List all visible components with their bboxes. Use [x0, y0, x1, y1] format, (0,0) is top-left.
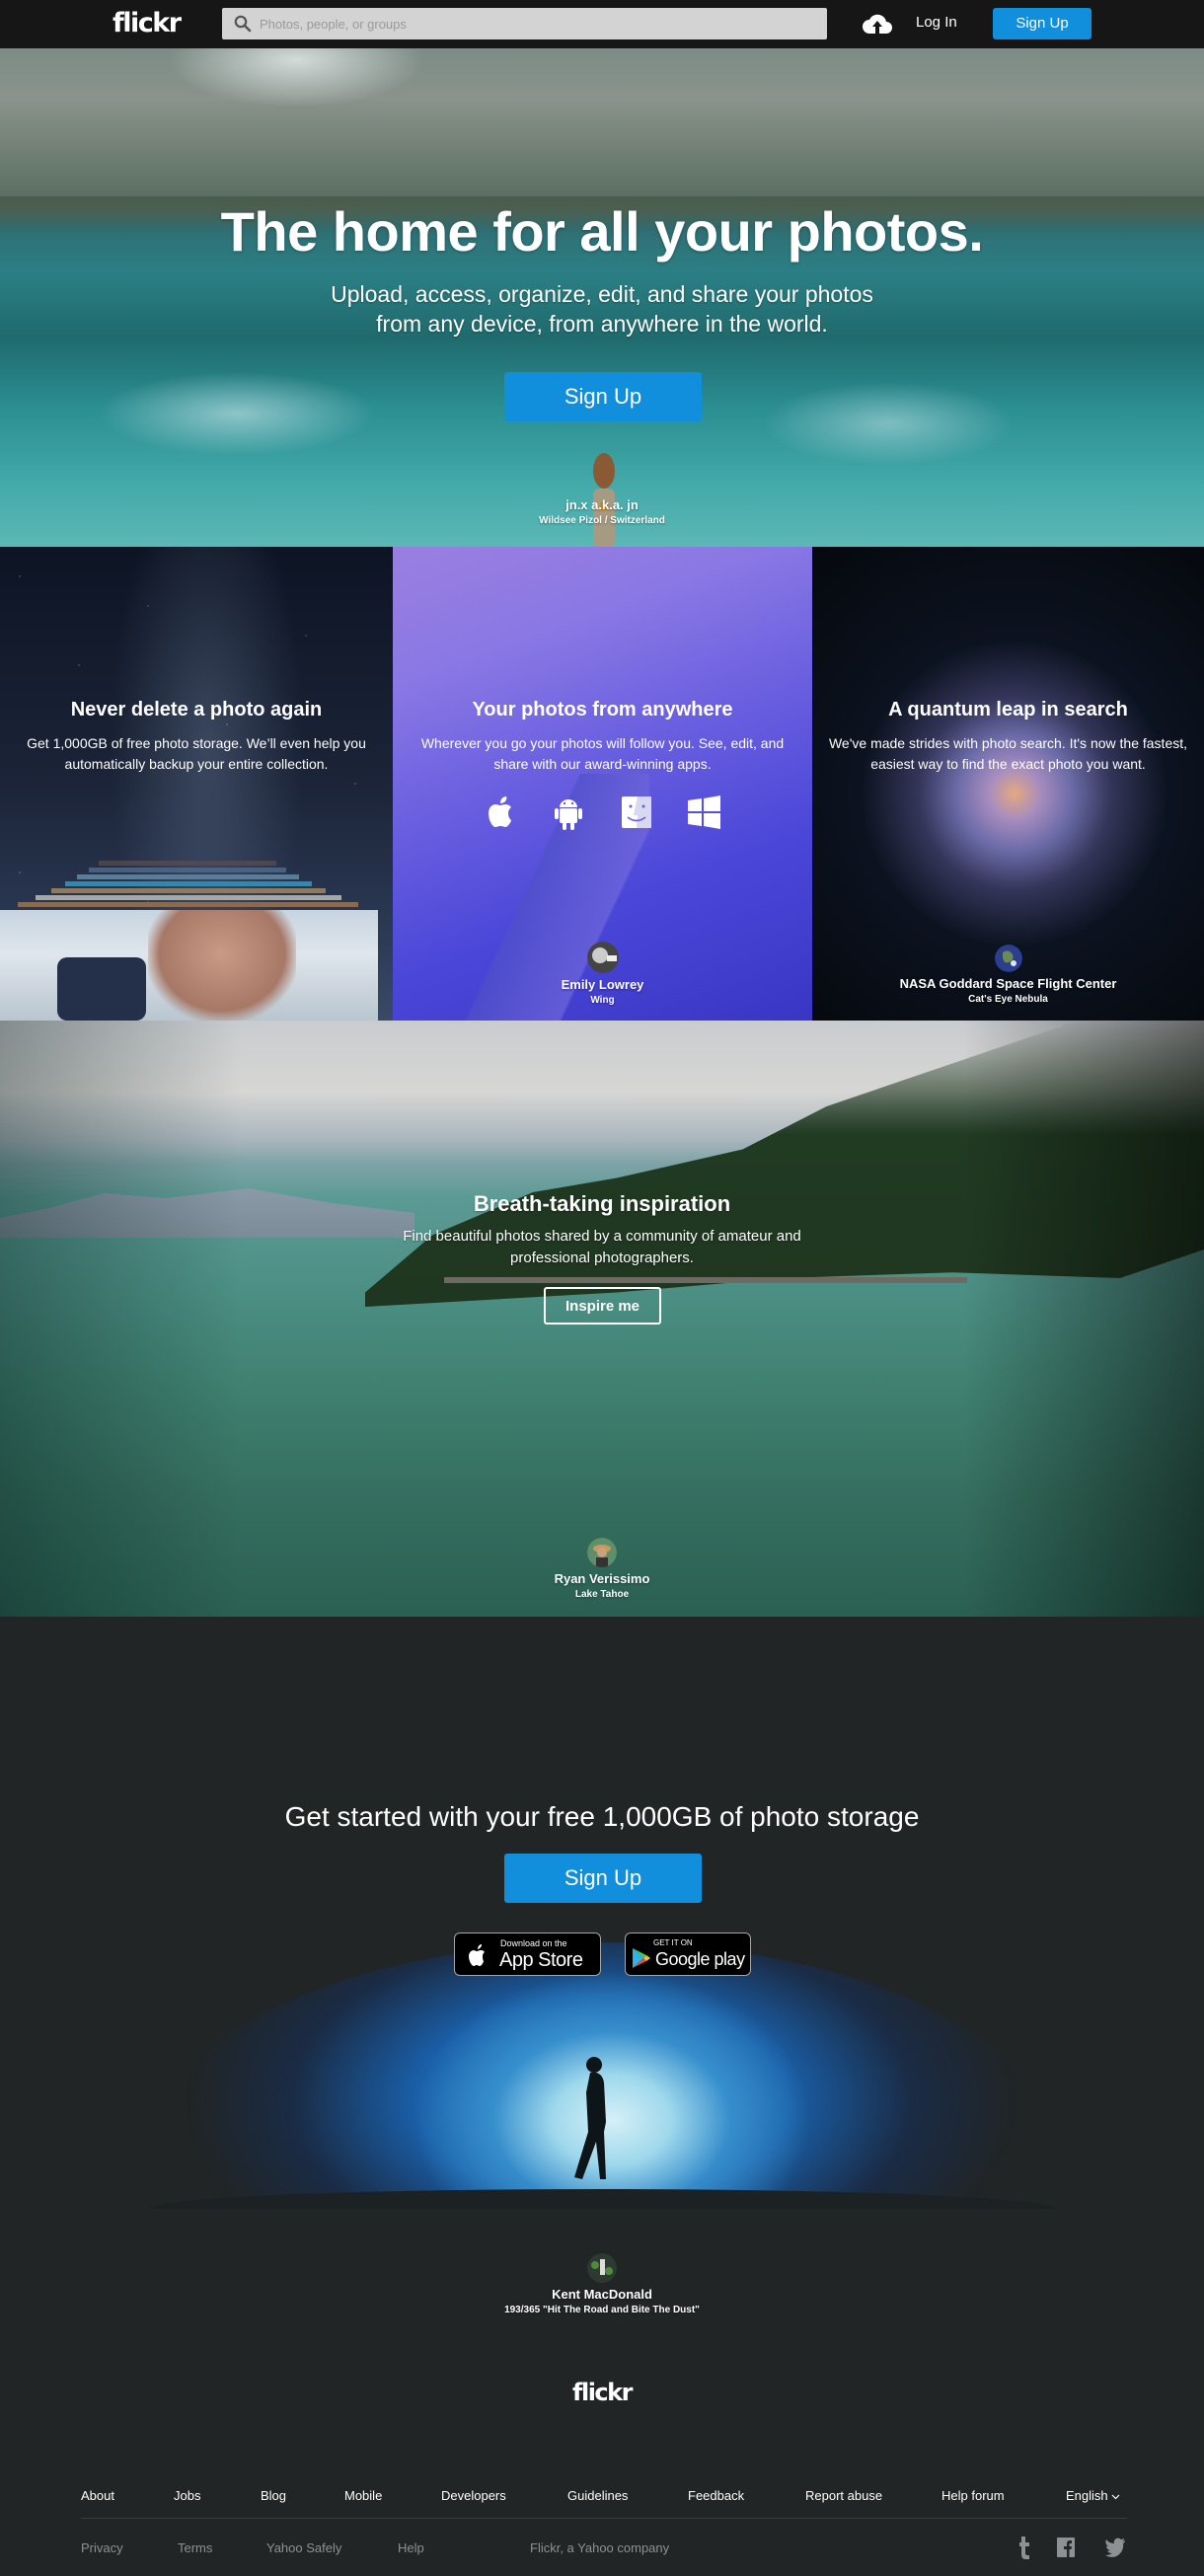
credit-name[interactable]: NASA Goddard Space Flight Center — [812, 976, 1204, 991]
language-selector[interactable]: English — [1066, 2488, 1120, 2503]
inspiration-title: Breath-taking inspiration — [473, 1191, 731, 1216]
feature-search: A quantum leap in search We've made stri… — [812, 547, 1204, 1021]
windows-icon[interactable] — [684, 794, 723, 831]
credit-name[interactable]: Kent MacDonald — [0, 2287, 1204, 2302]
footer-link-feedback[interactable]: Feedback — [688, 2488, 744, 2503]
feature-text: Get 1,000GB of free photo storage. We’ll… — [27, 735, 366, 772]
footer-nav: About Jobs Blog Mobile Developers Guidel… — [81, 2488, 1127, 2508]
footer-link-developers[interactable]: Developers — [441, 2488, 506, 2503]
footer-link-jobs[interactable]: Jobs — [174, 2488, 200, 2503]
walking-person-silhouette — [574, 2057, 606, 2179]
footer-link-terms[interactable]: Terms — [178, 2540, 212, 2555]
footer-link-guidelines[interactable]: Guidelines — [567, 2488, 628, 2503]
inspiration-text: Find beautiful photos shared by a commun… — [403, 1228, 801, 1266]
app-store-large-text: App Store — [499, 1949, 583, 1971]
photo-stack-graphic — [18, 861, 358, 912]
get-started-section: Get started with your free 1,000GB of ph… — [0, 1617, 1204, 2347]
credit-title[interactable]: Wildsee Pizol / Switzerland — [0, 515, 1204, 526]
footer-flickr-logo[interactable]: flickr — [0, 2379, 1204, 2406]
credit-title[interactable]: Wing — [393, 995, 812, 1006]
hero-background-snow — [168, 48, 424, 108]
feature-storage: Never delete a photo again Get 1,000GB o… — [0, 547, 393, 1021]
inspiration-photo-credit[interactable]: Ryan Verissimo Lake Tahoe — [0, 1538, 1204, 1600]
footer-legal: Privacy Terms Yahoo Safely Help Flickr, … — [81, 2540, 1127, 2560]
credit-title[interactable]: Cat's Eye Nebula — [812, 994, 1204, 1005]
cloud-upload-icon[interactable] — [862, 12, 893, 36]
credit-name[interactable]: Ryan Verissimo — [0, 1571, 1204, 1586]
credit-name[interactable]: Emily Lowrey — [393, 977, 812, 992]
footer-link-help[interactable]: Help — [398, 2540, 424, 2555]
footer-link-privacy[interactable]: Privacy — [81, 2540, 123, 2555]
feature-text: We've made strides with photo search. It… — [828, 735, 1188, 772]
footer-link-report-abuse[interactable]: Report abuse — [805, 2488, 882, 2503]
google-play-small-text: GET IT ON — [653, 1938, 693, 1947]
feature-photo-credit[interactable]: NASA Goddard Space Flight Center Cat's E… — [812, 945, 1204, 1005]
chevron-down-icon — [1111, 2494, 1120, 2500]
feature-title: Never delete a photo again — [70, 699, 323, 720]
apple-icon — [469, 1944, 485, 1966]
kid-with-camera-photo — [0, 910, 378, 1021]
feature-title: Your photos from anywhere — [472, 699, 733, 720]
facebook-icon[interactable] — [1056, 2535, 1076, 2560]
credit-name[interactable]: jn.x a.k.a. jn — [0, 497, 1204, 512]
hero-title: The home for all your photos. — [220, 200, 984, 263]
galaxy-illustration — [148, 1942, 1056, 2209]
android-icon[interactable] — [549, 794, 588, 831]
get-started-photo-credit[interactable]: Kent MacDonald 193/365 "Hit The Road and… — [0, 2253, 1204, 2315]
camera-shape — [57, 957, 146, 1021]
footer-link-blog[interactable]: Blog — [261, 2488, 286, 2503]
get-started-title: Get started with your free 1,000GB of ph… — [284, 1801, 920, 1832]
footer-divider — [81, 2518, 1127, 2519]
footer-link-help-forum[interactable]: Help forum — [941, 2488, 1005, 2503]
hero-subtitle: Upload, access, organize, edit, and shar… — [331, 281, 873, 337]
feature-anywhere: Your photos from anywhere Wherever you g… — [393, 547, 812, 1021]
platform-icons — [393, 794, 812, 831]
top-nav-bar: flickr Log In Sign Up — [0, 0, 1204, 48]
language-label: English — [1066, 2488, 1108, 2503]
search-box[interactable] — [222, 8, 827, 39]
search-icon — [234, 15, 252, 33]
footer-link-yahoo-safely[interactable]: Yahoo Safely — [266, 2540, 341, 2555]
flickr-logo[interactable]: flickr — [113, 8, 182, 38]
features-row: Never delete a photo again Get 1,000GB o… — [0, 547, 1204, 1021]
feature-text: Wherever you go your photos will follow … — [420, 735, 785, 772]
credit-title[interactable]: 193/365 "Hit The Road and Bite The Dust" — [0, 2305, 1204, 2315]
footer: flickr About Jobs Blog Mobile Developers… — [0, 2347, 1204, 2576]
login-link[interactable]: Log In — [916, 14, 957, 31]
get-started-signup-button[interactable]: Sign Up — [504, 1854, 702, 1903]
feature-photo-credit[interactable]: Emily Lowrey Wing — [393, 942, 812, 1006]
app-store-small-text: Download on the — [500, 1938, 567, 1948]
google-play-large-text: Google play — [655, 1949, 745, 1969]
google-play-icon — [633, 1948, 650, 1968]
app-store-badge[interactable]: Download on the App Store — [454, 1932, 601, 1976]
feature-title: A quantum leap in search — [888, 699, 1128, 720]
avatar[interactable] — [587, 2253, 617, 2283]
company-text: Flickr, a Yahoo company — [530, 2540, 670, 2555]
search-input[interactable] — [260, 8, 812, 39]
hero-section: The home for all your photos. Upload, ac… — [0, 48, 1204, 547]
tumblr-icon[interactable] — [1015, 2535, 1034, 2560]
avatar[interactable] — [587, 1538, 617, 1567]
inspire-me-button[interactable]: Inspire me — [544, 1287, 661, 1325]
google-play-badge[interactable]: GET IT ON Google play — [625, 1932, 751, 1976]
apple-icon[interactable] — [482, 794, 521, 831]
header-signup-button[interactable]: Sign Up — [993, 8, 1091, 39]
avatar[interactable] — [994, 945, 1022, 972]
hero-photo-credit[interactable]: jn.x a.k.a. jn Wildsee Pizol / Switzerla… — [0, 497, 1204, 526]
inspiration-section: Breath-taking inspiration Find beautiful… — [0, 1021, 1204, 1617]
avatar[interactable] — [586, 942, 619, 973]
credit-title[interactable]: Lake Tahoe — [0, 1589, 1204, 1600]
twitter-icon[interactable] — [1103, 2535, 1127, 2560]
mac-finder-icon[interactable] — [617, 794, 656, 831]
footer-link-about[interactable]: About — [81, 2488, 114, 2503]
hero-signup-button[interactable]: Sign Up — [504, 372, 702, 421]
footer-link-mobile[interactable]: Mobile — [344, 2488, 382, 2503]
